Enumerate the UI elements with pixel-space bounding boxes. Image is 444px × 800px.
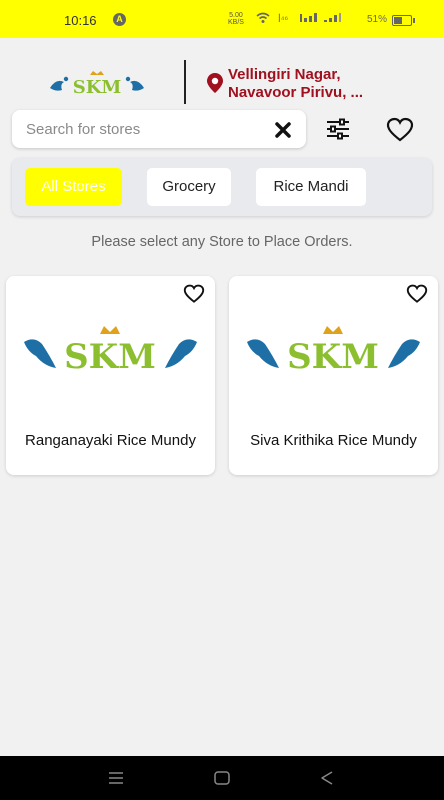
- volte-icon: ꟾ⁴⁶: [278, 12, 294, 27]
- location-pin-icon[interactable]: [206, 72, 224, 99]
- location-line-1: Vellingiri Nagar,: [228, 66, 341, 83]
- store-card[interactable]: SKM Ranganayaki Rice Mundy: [6, 276, 215, 475]
- signal-1-icon: [300, 12, 318, 27]
- store-name: Siva Krithika Rice Mundy: [250, 432, 417, 449]
- filter-sliders-icon[interactable]: [326, 118, 350, 140]
- store-logo: SKM: [20, 322, 201, 412]
- status-time: 10:16: [64, 13, 97, 28]
- store-card[interactable]: SKM Siva Krithika Rice Mundy: [229, 276, 438, 475]
- svg-text:ꟾ⁴⁶: ꟾ⁴⁶: [278, 13, 289, 24]
- instruction-text: Please select any Store to Place Orders.: [91, 234, 353, 250]
- favorites-heart-icon[interactable]: [386, 117, 414, 143]
- system-navigation-bar: [0, 756, 444, 800]
- network-speed-unit: KB/S: [228, 19, 244, 26]
- brand-logo: SKM: [48, 68, 146, 98]
- location-line-2: Navavoor Pirivu, ...: [228, 84, 364, 101]
- recent-apps-icon[interactable]: [108, 771, 124, 790]
- chip-rice-mandi[interactable]: Rice Mandi: [256, 168, 366, 206]
- category-filter-bar: All Stores Grocery Rice Mandi: [12, 158, 432, 216]
- header-divider: [184, 60, 186, 104]
- favorite-heart-icon[interactable]: [183, 284, 205, 304]
- store-name: Ranganayaki Rice Mundy: [25, 432, 196, 449]
- network-speed-value: 5.00: [229, 12, 243, 19]
- chip-grocery[interactable]: Grocery: [147, 168, 231, 206]
- store-logo: SKM: [243, 322, 424, 412]
- location-selector[interactable]: Vellingiri Nagar, Navavoor Pirivu, ...: [228, 66, 363, 102]
- favorite-heart-icon[interactable]: [406, 284, 428, 304]
- status-bar: 10:16 A 5.00 KB/S ꟾ⁴⁶ 51%: [0, 0, 444, 38]
- battery-percent: 51%: [367, 14, 388, 25]
- back-icon[interactable]: [320, 771, 334, 790]
- search-bar[interactable]: Search for stores: [12, 110, 306, 148]
- clear-search-icon[interactable]: [274, 121, 292, 139]
- chip-all-stores[interactable]: All Stores: [25, 168, 122, 206]
- home-icon[interactable]: [214, 771, 230, 790]
- store-logo-text: SKM: [287, 337, 379, 377]
- signal-2-icon: [324, 12, 342, 27]
- store-logo-text: SKM: [64, 337, 156, 377]
- app-notification-icon: A: [113, 13, 126, 26]
- network-speed: 5.00 KB/S: [228, 12, 244, 26]
- brand-logo-text: SKM: [73, 77, 122, 98]
- wifi-icon: [256, 12, 270, 27]
- battery-icon: [392, 15, 415, 26]
- search-input[interactable]: Search for stores: [26, 121, 140, 138]
